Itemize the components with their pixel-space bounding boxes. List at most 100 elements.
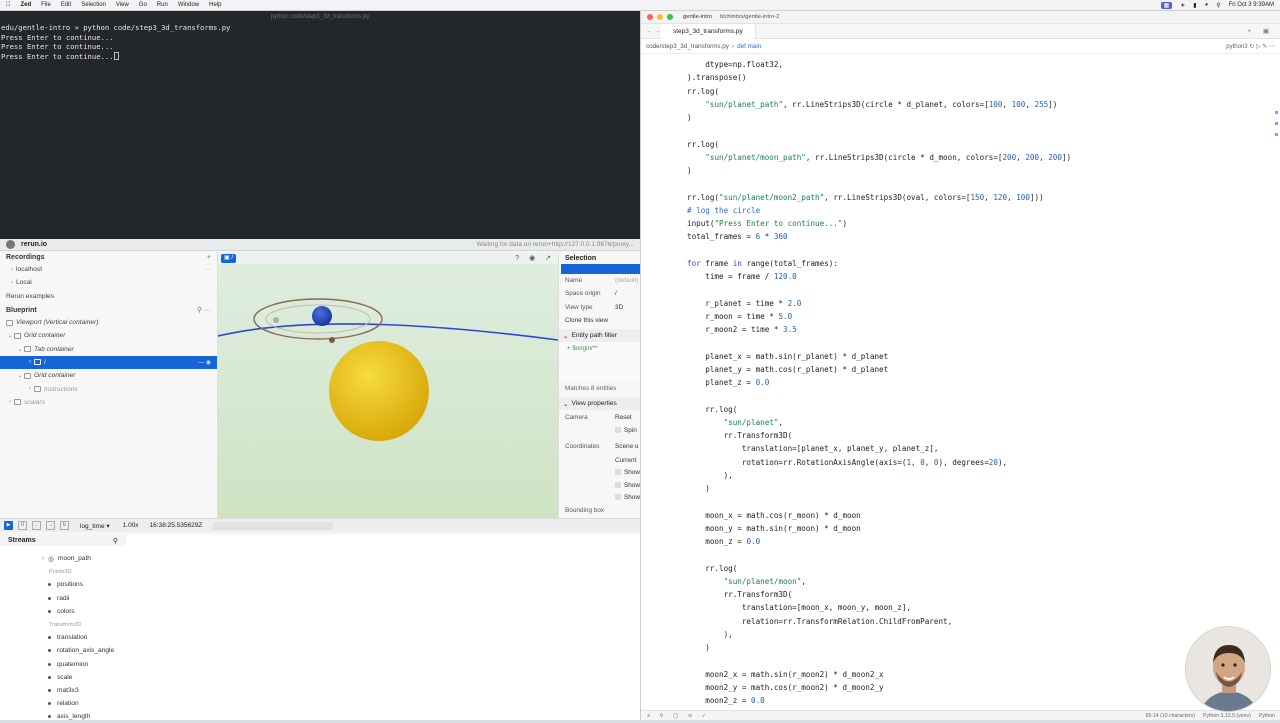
code-line[interactable]: rr.Transform3D( [687,588,1071,601]
view-tab[interactable]: ▣ / [221,253,237,263]
recording-localhost[interactable]: › localhost ··· [0,263,217,276]
menubar-clock[interactable]: Fri Oct 3 9:39AM [1229,2,1274,8]
stream-component[interactable]: radii [0,592,640,605]
show-checkbox[interactable] [615,481,621,488]
code-line[interactable] [687,654,1071,667]
chevron-down-icon[interactable]: ⌄ [6,332,14,339]
code-line[interactable]: rr.Transform3D( [687,429,1071,442]
streams-search-icon[interactable]: ⚲ [113,537,118,545]
tree-tab-container[interactable]: ⌄ Tab container [0,342,217,355]
code-line[interactable]: moon2_z = 0.0 [687,694,1071,707]
code-line[interactable] [687,244,1071,257]
chevron-right-icon[interactable]: › [42,555,44,562]
kernel-selector[interactable]: python3 ↻ ▷ ✎ ⋯ [1226,43,1275,50]
terminal-window[interactable]: python code/step3_3d_transforms.py edu/g… [0,11,640,239]
python-env[interactable]: Python 3.13.5 (venv) [1203,713,1251,719]
bluetooth-icon[interactable]: ∗ [1180,2,1185,9]
time-scrubber[interactable] [213,521,334,530]
prop-value[interactable]: (default) [615,277,638,284]
stream-component[interactable]: translation [0,631,640,644]
stream-component[interactable]: axis_length [0,710,640,723]
code-line[interactable]: # log the circle [687,204,1071,217]
code-line[interactable]: time = frame / 120.0 [687,270,1071,283]
tree-viewport[interactable]: Viewport (Vertical container) [0,316,217,329]
show-checkbox[interactable] [615,469,621,476]
battery-icon[interactable]: ▮ [1193,2,1196,9]
current-time[interactable]: 16:38:25.535629Z [150,522,203,529]
cursor-position[interactable]: 65:14 (10 characters) [1146,713,1195,719]
code-line[interactable]: translation=[moon_x, moon_y, moon_z], [687,601,1071,614]
nav-back-icon[interactable]: ← → [646,28,661,35]
prop-value[interactable]: / [615,290,617,297]
tree-root-view[interactable]: › / — ◉ [0,355,217,370]
status-left-icons[interactable]: ≡ ⚲ ◯ ⊙ ✓ [647,713,710,719]
code-line[interactable]: ), [687,469,1071,482]
editor-tab[interactable]: step3_3d_transforms.py [661,23,756,39]
code-line[interactable]: rr.log( [687,403,1071,416]
language-mode[interactable]: Python [1259,713,1275,719]
menu-run[interactable]: Run [157,2,168,8]
timeline-selector[interactable]: log_time ▾ [80,522,110,530]
viewport-actions-icons[interactable]: ? ◉ ↗ [515,254,555,262]
step-forward-icon[interactable]: → [46,521,55,530]
code-line[interactable]: rr.log( [687,138,1071,151]
chevron-right-icon[interactable]: › [8,280,16,286]
rerun-examples-link[interactable]: Rerun examples [0,290,217,303]
chevron-right-icon[interactable]: › [8,267,16,273]
selection-item-strip[interactable] [561,264,640,274]
menu-go[interactable]: Go [139,2,147,8]
prop-value[interactable]: Scene u [615,443,638,450]
add-recording-icon[interactable]: + [207,254,211,261]
code-line[interactable]: rr.log( [687,562,1071,575]
code-line[interactable] [687,495,1071,508]
visibility-icon[interactable]: — ◉ [198,359,211,366]
breadcrumb-symbol[interactable]: def main [737,43,761,50]
blueprint-search-icon[interactable]: ⚲ ··· [197,306,211,314]
code-line[interactable] [687,389,1071,402]
code-line[interactable]: moon_z = 0.0 [687,535,1071,548]
wifi-icon[interactable]: ◕ [1205,2,1209,8]
chevron-right-icon[interactable]: › [26,386,34,392]
spin-checkbox[interactable] [615,426,621,433]
camera-reset-button[interactable]: Reset [615,414,632,421]
code-line[interactable]: total_frames = 6 * 360 [687,230,1071,243]
step-back-icon[interactable]: ← [32,521,41,530]
code-line[interactable] [687,124,1071,137]
code-line[interactable]: rotation=rr.RotationAxisAngle(axis=(1, 0… [687,456,1071,469]
code-line[interactable]: relation=rr.TransformRelation.ChildFromP… [687,615,1071,628]
branch-name[interactable]: blchmbrs/gentle-intro-2 [720,14,779,20]
close-window-icon[interactable] [647,14,653,20]
menu-window[interactable]: Window [178,2,199,8]
project-name[interactable]: gentle-intro [683,14,712,20]
scrollbar-markers[interactable] [1275,111,1278,144]
code-line[interactable]: "sun/planet/moon", [687,575,1071,588]
tree-scalars[interactable]: › scalars [0,396,217,409]
rerun-logo-icon[interactable] [6,240,15,249]
chevron-down-icon[interactable]: ⌄ [16,346,24,353]
chevron-down-icon[interactable]: ⌄ [563,400,569,408]
code-line[interactable]: planet_x = math.sin(r_planet) * d_planet [687,350,1071,363]
code-line[interactable]: ) [687,641,1071,654]
tab-actions-icons[interactable]: + ▣ [1247,27,1280,35]
code-line[interactable]: translation=[planet_x, planet_y, planet_… [687,442,1071,455]
tree-instructions[interactable]: › Instructions [0,382,217,395]
code-line[interactable] [687,283,1071,296]
code-line[interactable]: moon2_x = math.sin(r_moon2) * d_moon2_x [687,668,1071,681]
code-line[interactable] [687,177,1071,190]
stream-component[interactable]: quaternion [0,658,640,671]
code-line[interactable]: ), [687,628,1071,641]
search-icon[interactable]: ⚲ [1216,2,1220,9]
code-line[interactable]: dtype=np.float32, [687,58,1071,71]
tree-grid-container-2[interactable]: ⌄ Grid container [0,369,217,382]
chevron-down-icon[interactable]: ⌄ [563,332,569,340]
code-line[interactable]: ) [687,482,1071,495]
play-icon[interactable]: ▶ [4,521,13,530]
code-line[interactable]: input("Press Enter to continue...") [687,217,1071,230]
stream-component[interactable]: mat3x3 [0,684,640,697]
apple-icon[interactable]:  [6,2,11,8]
entity-filter-section[interactable]: ⌄ Entity path filter [559,329,640,343]
code-line[interactable]: rr.log( [687,85,1071,98]
code-area[interactable]: dtype=np.float32,).transpose() rr.log( "s… [687,58,1071,707]
code-line[interactable]: moon2_y = math.cos(r_moon2) * d_moon2_y [687,681,1071,694]
menu-help[interactable]: Help [209,2,221,8]
